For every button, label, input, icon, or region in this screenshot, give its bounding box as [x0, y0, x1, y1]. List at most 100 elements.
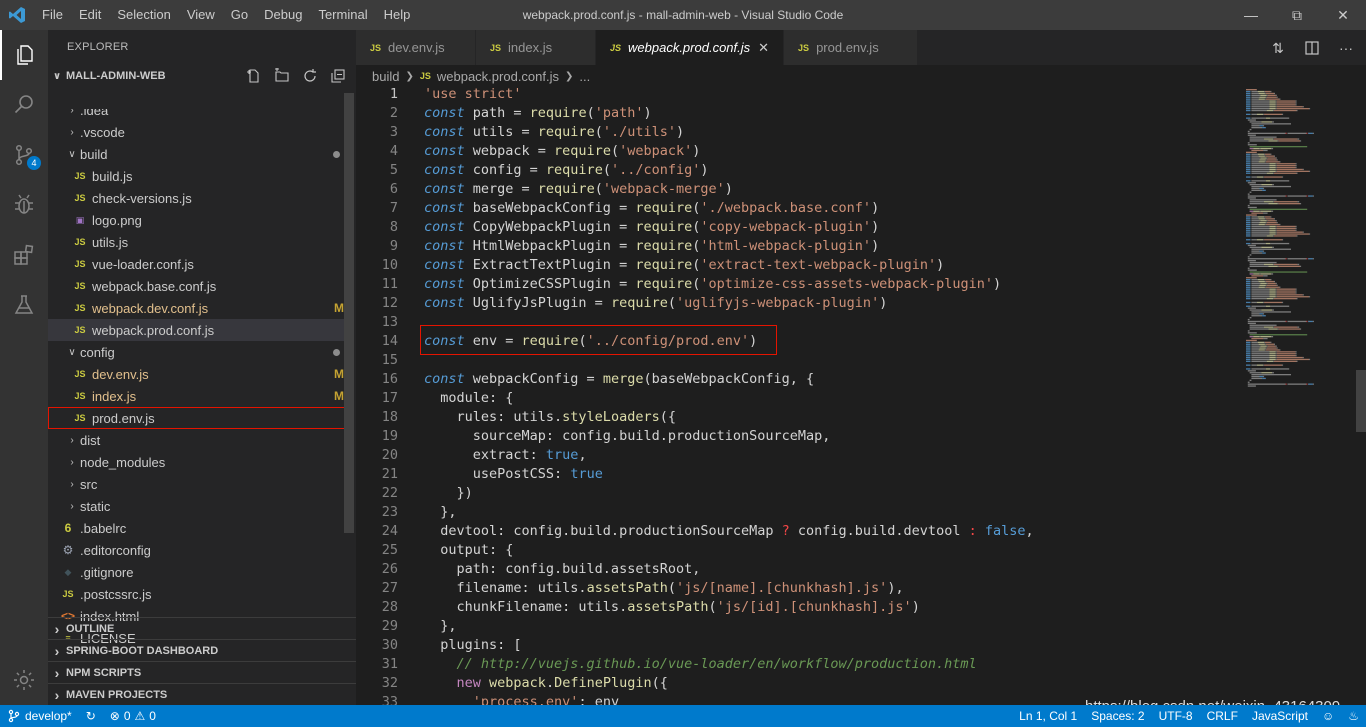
code-line[interactable]: 23 },	[356, 503, 1236, 522]
search-icon[interactable]	[0, 80, 48, 130]
tree-file[interactable]: JS webpack.prod.conf.js	[48, 319, 348, 341]
code-line[interactable]: 21 usePostCSS: true	[356, 465, 1236, 484]
split-editor-icon[interactable]	[1302, 38, 1322, 58]
tree-file[interactable]: JS webpack.dev.conf.js M	[48, 297, 348, 319]
gear-icon[interactable]	[0, 655, 48, 705]
section-outline[interactable]: › OUTLINE	[48, 617, 356, 639]
bell-icon[interactable]: ♨	[1341, 705, 1366, 727]
menu-debug[interactable]: Debug	[256, 0, 310, 30]
code-line[interactable]: 5 const config = require('../config')	[356, 161, 1236, 180]
tree-file[interactable]: JS build.js	[48, 165, 348, 187]
tree-folder[interactable]: › .idea	[48, 109, 348, 121]
source-control-icon[interactable]: 4	[0, 130, 48, 180]
tab-index-js[interactable]: JS index.js	[476, 30, 596, 65]
code-editor[interactable]: 1'use strict' 2 const path = require('path…	[356, 85, 1236, 705]
code-line[interactable]: 28 chunkFilename: utils.assetsPath('js/[…	[356, 598, 1236, 617]
tree-file[interactable]: JS dev.env.js M	[48, 363, 348, 385]
tree-folder[interactable]: › node_modules	[48, 451, 348, 473]
test-icon[interactable]	[0, 280, 48, 330]
code-line[interactable]: 27 filename: utils.assetsPath('js/[name]…	[356, 579, 1236, 598]
tree-folder[interactable]: ∨ config	[48, 341, 348, 363]
breadcrumb-folder[interactable]: build	[372, 69, 399, 84]
section-npm-scripts[interactable]: › NPM SCRIPTS	[48, 661, 356, 683]
tree-folder[interactable]: › static	[48, 495, 348, 517]
code-line[interactable]: 22 })	[356, 484, 1236, 503]
tree-file[interactable]: JS prod.env.js	[48, 407, 348, 429]
code-line[interactable]: 11 const OptimizeCSSPlugin = require('opt…	[356, 275, 1236, 294]
menu-edit[interactable]: Edit	[71, 0, 109, 30]
sync-status[interactable]: ↻	[79, 705, 103, 727]
code-line[interactable]: 32 new webpack.DefinePlugin({	[356, 674, 1236, 693]
code-line[interactable]: 25 output: {	[356, 541, 1236, 560]
code-line[interactable]: 8 const CopyWebpackPlugin = require('copy…	[356, 218, 1236, 237]
code-line[interactable]: 12 const UglifyJsPlugin = require('uglify…	[356, 294, 1236, 313]
code-line[interactable]: 2 const path = require('path')	[356, 104, 1236, 123]
code-line[interactable]: 31 // http://vuejs.github.io/vue-loader/…	[356, 655, 1236, 674]
menu-terminal[interactable]: Terminal	[310, 0, 375, 30]
code-line[interactable]: 7 const baseWebpackConfig = require('./we…	[356, 199, 1236, 218]
tree-folder[interactable]: ∨ build	[48, 143, 348, 165]
branch-status[interactable]: develop*	[0, 705, 79, 727]
debug-icon[interactable]	[0, 180, 48, 230]
indentation-status[interactable]: Spaces: 2	[1084, 705, 1151, 727]
code-line[interactable]: 16 const webpackConfig = merge(baseWebpac…	[356, 370, 1236, 389]
code-line[interactable]: 3 const utils = require('./utils')	[356, 123, 1236, 142]
code-line[interactable]: 20 extract: true,	[356, 446, 1236, 465]
menu-file[interactable]: File	[34, 0, 71, 30]
language-status[interactable]: JavaScript	[1245, 705, 1315, 727]
code-line[interactable]: 9 const HtmlWebpackPlugin = require('html…	[356, 237, 1236, 256]
tab-webpack-prod-conf-js[interactable]: JS webpack.prod.conf.js ✕	[596, 30, 785, 65]
compare-icon[interactable]: ⇅	[1268, 38, 1288, 58]
tree-file[interactable]: ▣ logo.png	[48, 209, 348, 231]
breadcrumb-file[interactable]: webpack.prod.conf.js	[437, 69, 559, 84]
tree-file[interactable]: ◆ .gitignore	[48, 561, 348, 583]
section-spring-boot-dashboard[interactable]: › SPRING-BOOT DASHBOARD	[48, 639, 356, 661]
code-line[interactable]: 29 },	[356, 617, 1236, 636]
tree-folder[interactable]: › .vscode	[48, 121, 348, 143]
tree-file[interactable]: JS vue-loader.conf.js	[48, 253, 348, 275]
more-actions-icon[interactable]: ···	[1336, 38, 1356, 58]
tree-folder[interactable]: › dist	[48, 429, 348, 451]
project-section-header[interactable]: ∨ MALL-ADMIN-WEB	[48, 65, 356, 87]
tree-file[interactable]: ⚙ .editorconfig	[48, 539, 348, 561]
explorer-icon[interactable]	[0, 30, 48, 80]
sidebar-scrollbar[interactable]	[344, 93, 354, 533]
code-line[interactable]: 24 devtool: config.build.productionSourc…	[356, 522, 1236, 541]
breadcrumb-more[interactable]: ...	[579, 69, 590, 84]
problems-status[interactable]: ⊗ 0 ⚠ 0	[103, 705, 163, 727]
code-line[interactable]: 19 sourceMap: config.build.productionSou…	[356, 427, 1236, 446]
code-line[interactable]: 30 plugins: [	[356, 636, 1236, 655]
tree-file[interactable]: JS .postcssrc.js	[48, 583, 348, 605]
code-line[interactable]: 26 path: config.build.assetsRoot,	[356, 560, 1236, 579]
extensions-icon[interactable]	[0, 230, 48, 280]
new-file-icon[interactable]	[244, 67, 264, 85]
tab-prod-env-js[interactable]: JS prod.env.js	[784, 30, 919, 65]
restore-icon[interactable]: ⧉	[1274, 0, 1320, 30]
menu-go[interactable]: Go	[223, 0, 256, 30]
minimap[interactable]	[1240, 87, 1350, 387]
close-icon[interactable]: ✕	[1320, 0, 1366, 30]
tree-file[interactable]: JS index.js M	[48, 385, 348, 407]
tree-folder[interactable]: › src	[48, 473, 348, 495]
minimize-icon[interactable]: —	[1228, 0, 1274, 30]
code-line[interactable]: 17 module: {	[356, 389, 1236, 408]
tree-file[interactable]: JS check-versions.js	[48, 187, 348, 209]
code-line[interactable]: 18 rules: utils.styleLoaders({	[356, 408, 1236, 427]
tree-file[interactable]: JS webpack.base.conf.js	[48, 275, 348, 297]
tree-file[interactable]: 6 .babelrc	[48, 517, 348, 539]
collapse-all-icon[interactable]	[328, 67, 348, 85]
menu-selection[interactable]: Selection	[109, 0, 178, 30]
encoding-status[interactable]: UTF-8	[1152, 705, 1200, 727]
eol-status[interactable]: CRLF	[1200, 705, 1245, 727]
code-line[interactable]: 6 const merge = require('webpack-merge')	[356, 180, 1236, 199]
code-line[interactable]: 1 'use strict'	[356, 85, 1236, 104]
refresh-icon[interactable]	[300, 67, 320, 85]
tab-dev-env-js[interactable]: JS dev.env.js	[356, 30, 476, 65]
menu-help[interactable]: Help	[376, 0, 419, 30]
section-maven-projects[interactable]: › MAVEN PROJECTS	[48, 683, 356, 705]
code-line[interactable]: 10 const ExtractTextPlugin = require('ext…	[356, 256, 1236, 275]
code-line[interactable]: 4 const webpack = require('webpack')	[356, 142, 1236, 161]
editor-scrollbar[interactable]	[1356, 370, 1366, 432]
new-folder-icon[interactable]	[272, 67, 292, 85]
close-tab-icon[interactable]: ✕	[758, 40, 769, 56]
